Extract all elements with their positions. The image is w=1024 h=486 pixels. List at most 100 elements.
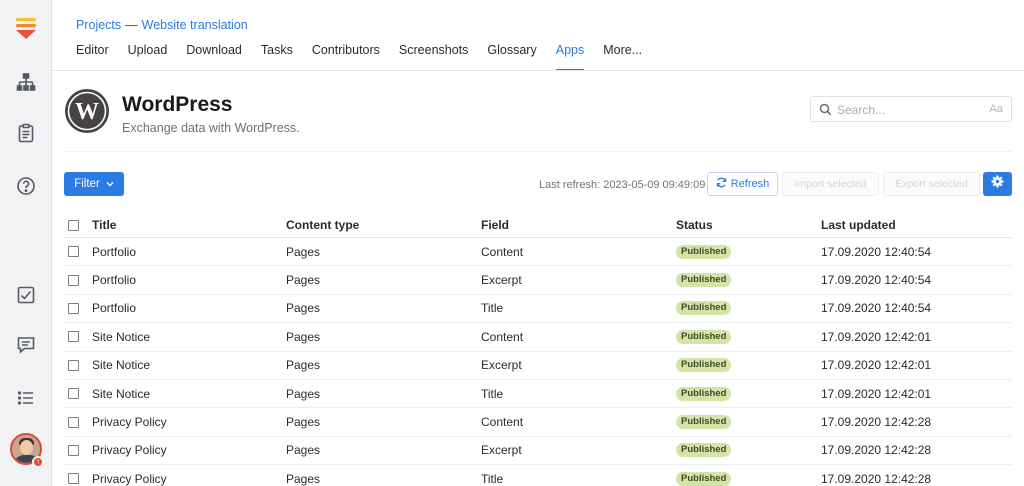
header-last-updated[interactable]: Last updated [821,213,896,237]
row-checkbox[interactable] [68,246,79,258]
row-title: Site Notice [92,358,151,373]
row-checkbox[interactable] [68,416,79,428]
match-case-toggle[interactable]: Aa [990,103,1003,115]
row-checkbox[interactable] [68,331,79,343]
status-badge: Published [676,471,732,486]
row-last-updated: 17.09.2020 12:40:54 [821,244,932,259]
search-box: Aa [810,96,1012,122]
filter-button[interactable]: Filter [64,172,124,196]
refresh-label: Refresh [730,178,770,190]
filter-label: Filter [74,178,100,190]
header-content-type[interactable]: Content type [286,213,359,237]
table-row[interactable]: Site Notice Pages Content Published 17.0… [64,323,1012,352]
settings-button[interactable] [983,172,1012,196]
row-checkbox[interactable] [68,473,79,485]
row-content-type: Pages [286,358,321,373]
clipboard-icon[interactable] [14,121,38,145]
list-icon[interactable] [14,386,38,410]
row-title: Portfolio [92,244,137,259]
row-checkbox[interactable] [68,444,79,456]
row-last-updated: 17.09.2020 12:42:28 [821,471,932,486]
table-row[interactable]: Portfolio Pages Content Published 17.09.… [64,238,1012,267]
row-last-updated: 17.09.2020 12:42:28 [821,443,932,458]
status-badge: Published [676,273,732,288]
breadcrumb-project[interactable]: Website translation [142,18,248,32]
table-row[interactable]: Site Notice Pages Excerpt Published 17.0… [64,352,1012,380]
table-header: Title Content type Field Status Last upd… [64,213,1012,238]
table-row[interactable]: Privacy Policy Pages Excerpt Published 1… [64,437,1012,466]
row-last-updated: 17.09.2020 12:40:54 [821,273,932,288]
status-badge: Published [676,415,732,430]
row-field: Content [481,415,524,430]
row-checkbox[interactable] [68,359,79,371]
sitemap-icon[interactable] [14,70,38,94]
select-all-checkbox[interactable] [68,219,79,231]
row-content-type: Pages [286,386,321,401]
tab-download[interactable]: Download [186,43,242,71]
breadcrumb-projects[interactable]: Projects [76,18,121,32]
import-selected-button[interactable]: Import selected [782,172,879,196]
checkbox-icon[interactable] [14,283,38,307]
sidebar: ↑ [0,0,52,486]
row-title: Site Notice [92,329,151,344]
breadcrumb: Projects — Website translation [76,18,248,32]
row-title: Site Notice [92,386,151,401]
header-title[interactable]: Title [92,213,116,237]
tab-more[interactable]: More... [603,43,642,71]
svg-text:W: W [75,99,99,125]
row-last-updated: 17.09.2020 12:42:01 [821,358,932,373]
refresh-button[interactable]: Refresh [707,172,778,196]
comment-icon[interactable] [14,333,38,357]
breadcrumb-separator: — [125,18,138,32]
tab-glossary[interactable]: Glossary [487,43,536,71]
tab-tasks[interactable]: Tasks [261,43,293,71]
export-selected-button[interactable]: Export selected [883,172,980,196]
row-content-type: Pages [286,329,321,344]
row-title: Privacy Policy [92,443,167,458]
tab-editor[interactable]: Editor [76,43,109,71]
row-field: Excerpt [481,443,522,458]
tab-screenshots[interactable]: Screenshots [399,43,468,71]
row-field: Content [481,244,524,259]
tab-contributors[interactable]: Contributors [312,43,380,71]
row-last-updated: 17.09.2020 12:42:28 [821,415,932,430]
table-row[interactable]: Privacy Policy Pages Content Published 1… [64,408,1012,437]
tab-upload[interactable]: Upload [128,43,168,71]
row-content-type: Pages [286,301,321,316]
search-input[interactable] [837,101,977,118]
status-badge: Published [676,301,732,316]
tab-apps[interactable]: Apps [555,43,585,71]
row-checkbox[interactable] [68,302,79,314]
header-field[interactable]: Field [481,213,509,237]
table-row[interactable]: Portfolio Pages Excerpt Published 17.09.… [64,266,1012,295]
content-table: Title Content type Field Status Last upd… [64,213,1012,486]
logo-icon[interactable] [14,16,38,42]
project-tabs: Editor Upload Download Tasks Contributor… [76,43,661,71]
status-badge: Published [676,443,732,458]
row-field: Content [481,329,524,344]
help-icon[interactable] [14,174,38,198]
row-field: Title [481,386,504,401]
last-refresh-text: Last refresh: 2023-05-09 09:49:09 [539,179,706,191]
table-row[interactable]: Privacy Policy Pages Title Published 17.… [64,465,1012,486]
row-checkbox[interactable] [68,388,79,400]
row-last-updated: 17.09.2020 12:42:01 [821,386,932,401]
row-content-type: Pages [286,273,321,288]
header-divider [52,70,1024,71]
row-last-updated: 17.09.2020 12:42:01 [821,329,932,344]
app-title: WordPress [122,93,233,116]
row-title: Privacy Policy [92,415,167,430]
header-status[interactable]: Status [676,213,713,237]
title-divider [64,151,1012,152]
row-field: Title [481,471,504,486]
row-title: Portfolio [92,301,137,316]
table-row[interactable]: Portfolio Pages Title Published 17.09.20… [64,295,1012,324]
row-content-type: Pages [286,443,321,458]
refresh-icon [716,177,727,191]
status-badge: Published [676,358,732,373]
table-row[interactable]: Site Notice Pages Title Published 17.09.… [64,380,1012,409]
upload-badge-icon: ↑ [32,456,44,468]
wordpress-logo-icon: W [64,88,110,134]
row-checkbox[interactable] [68,274,79,286]
row-title: Portfolio [92,273,137,288]
